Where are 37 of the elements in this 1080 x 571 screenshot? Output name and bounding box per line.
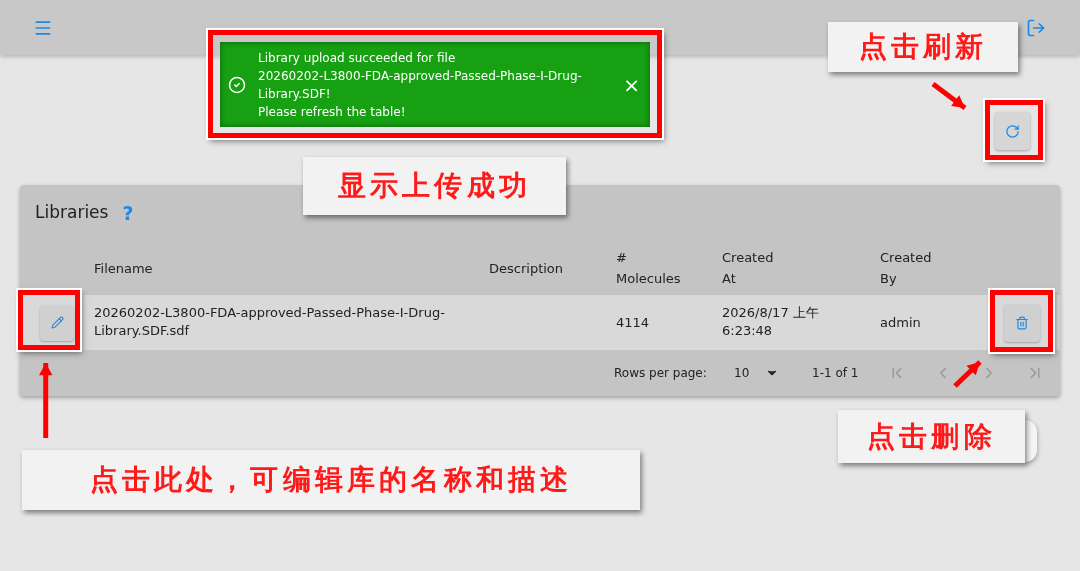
delete-icon <box>1015 315 1029 330</box>
arrow <box>931 82 967 110</box>
table-cell-text: 20260202-L3800-FDA-approved-Passed-Phase-I-Drug-Library.SDF.sdf <box>94 304 446 341</box>
fab-button[interactable] <box>1025 420 1037 462</box>
column-header: # Molecules <box>616 249 682 288</box>
toast-message: 20260202-L3800-FDA-approved-Passed-Phase-I-Drug- <box>258 67 583 85</box>
help-button[interactable]: ? <box>122 198 134 228</box>
column-header: Description <box>489 259 564 278</box>
refresh-button[interactable] <box>995 112 1030 150</box>
callout-label: 点击删除 <box>838 410 1025 463</box>
table-cell: admin <box>880 314 921 330</box>
logout-icon[interactable] <box>1026 17 1046 38</box>
callout-label: 显示上传成功 <box>303 157 566 215</box>
page-range: 1-1 of 1 <box>812 365 860 382</box>
rows-per-page-select[interactable]: 10 <box>734 364 812 382</box>
arrow <box>953 360 982 388</box>
highlight-frame <box>990 290 1053 352</box>
card-title: Libraries <box>35 201 109 225</box>
highlight-frame <box>985 100 1043 160</box>
toast-message: Library.SDF! <box>258 85 332 103</box>
close-button[interactable]: × <box>623 74 640 95</box>
column-header: Created At <box>722 249 775 288</box>
check-icon <box>228 75 246 94</box>
toast-message: Please refresh the table! <box>258 103 407 121</box>
edit-icon <box>50 316 64 329</box>
rows-per-page-label: Rows per page: <box>614 365 708 382</box>
refresh-icon <box>1005 123 1020 139</box>
column-header: Filename <box>94 259 153 278</box>
highlight-frame <box>18 290 80 350</box>
edit-button[interactable] <box>40 304 74 341</box>
table-cell-text: 2026/8/17 上午 6:23:48 <box>722 304 820 341</box>
callout-label: 点击此处，可编辑库的名称和描述 <box>22 450 640 510</box>
callout-label: 点击刷新 <box>828 22 1018 72</box>
toast-message: Library upload succeeded for file <box>258 49 457 67</box>
column-header: Created By <box>880 249 933 288</box>
table-cell: 4114 <box>616 314 650 330</box>
delete-button[interactable] <box>1004 303 1040 342</box>
